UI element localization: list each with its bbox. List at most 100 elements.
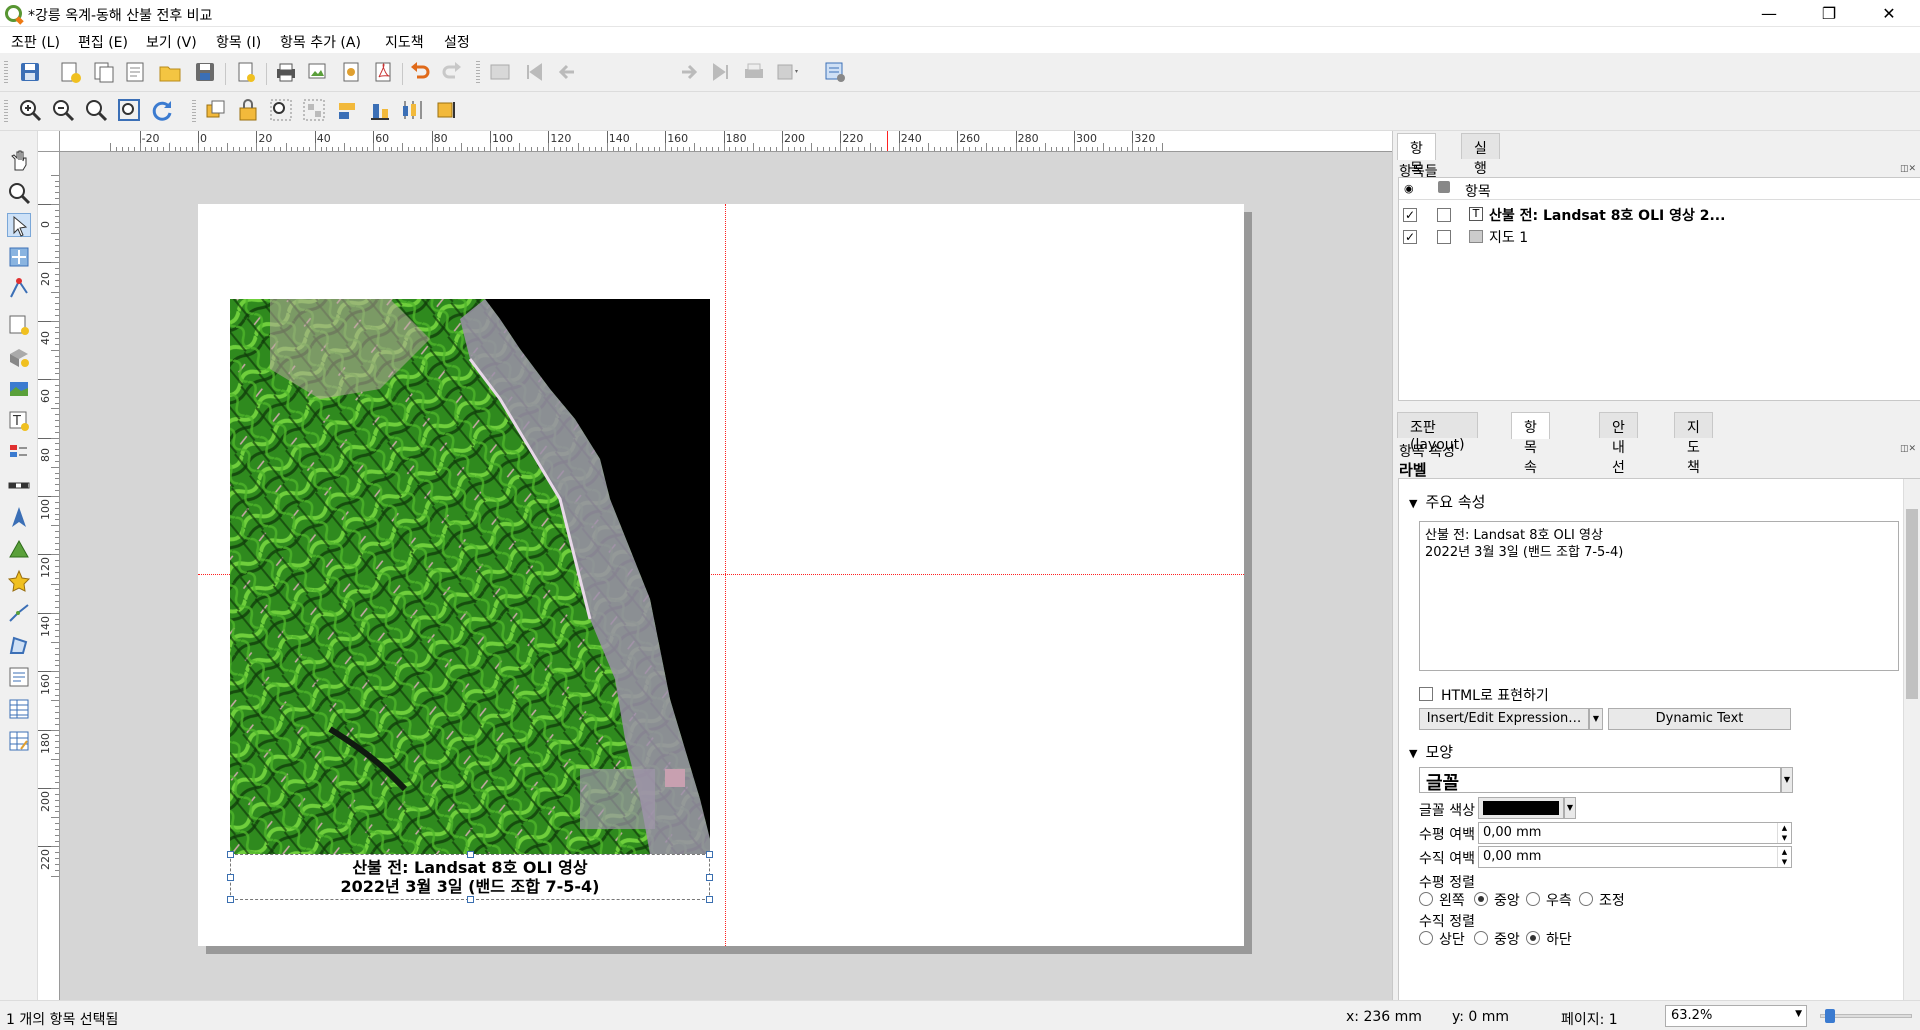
pan-icon[interactable] — [7, 149, 31, 173]
item-row-label[interactable]: 산불 전: Landsat 8호 OLI 영상 2... — [1489, 205, 1725, 225]
next-feature-icon[interactable] — [676, 60, 700, 84]
add-polyline-icon[interactable] — [7, 601, 31, 625]
font-color-button[interactable] — [1478, 797, 1564, 819]
insert-expression-button[interactable]: Insert/Edit Expression… — [1419, 708, 1589, 730]
h-margin-input[interactable]: 0,00 mm ▲ ▼ — [1478, 822, 1792, 844]
resize-handle[interactable] — [706, 896, 713, 903]
vertical-ruler[interactable]: 0 20 40 60 80 100 120 140 160 180 200 220 — [38, 152, 60, 1000]
dock-close-icon[interactable]: ◫✕ — [1900, 444, 1916, 454]
tab-atlas[interactable]: 지도책 — [1674, 412, 1713, 476]
map-item[interactable] — [230, 299, 710, 854]
add-legend-icon[interactable] — [7, 441, 31, 465]
menu-edit[interactable]: 편집 (E) — [78, 32, 128, 52]
resize-handle[interactable] — [227, 896, 234, 903]
add-map-icon[interactable] — [7, 313, 31, 337]
minimize-button[interactable]: — — [1746, 0, 1792, 27]
item-lock-checkbox[interactable] — [1437, 230, 1451, 244]
redo-icon[interactable] — [440, 60, 464, 84]
html-checkbox[interactable] — [1419, 687, 1433, 701]
previous-feature-icon[interactable] — [556, 60, 580, 84]
resize-handle[interactable] — [227, 874, 234, 881]
resize-icon[interactable] — [434, 98, 458, 122]
resize-handle[interactable] — [467, 851, 474, 858]
add-north-arrow-icon[interactable] — [7, 505, 31, 529]
chevron-down-icon[interactable]: ▼ — [1589, 708, 1603, 730]
menu-view[interactable]: 보기 (V) — [146, 32, 197, 52]
edit-nodes-icon[interactable] — [7, 277, 31, 301]
tab-guides[interactable]: 안내선 — [1599, 412, 1638, 476]
layout-page[interactable]: 산불 전: Landsat 8호 OLI 영상 2022년 3월 3일 (밴드 … — [198, 204, 1244, 946]
resize-handle[interactable] — [227, 851, 234, 858]
export-pdf-icon[interactable] — [372, 60, 396, 84]
refresh-icon[interactable] — [150, 98, 174, 122]
item-lock-checkbox[interactable] — [1437, 208, 1451, 222]
first-feature-icon[interactable] — [522, 60, 546, 84]
add-attribute-table-icon[interactable] — [7, 697, 31, 721]
menu-settings[interactable]: 설정 — [444, 32, 470, 52]
export-svg-icon[interactable] — [340, 60, 364, 84]
add-scalebar-icon[interactable] — [7, 473, 31, 497]
atlas-settings-icon[interactable] — [823, 60, 847, 84]
item-visible-checkbox[interactable]: ✓ — [1403, 230, 1417, 244]
tab-item-properties[interactable]: 항목 속성 — [1511, 412, 1550, 496]
zoom-tool-icon[interactable] — [7, 181, 31, 205]
new-layout-icon[interactable] — [58, 60, 82, 84]
v-align-top-radio[interactable] — [1419, 931, 1433, 945]
resize-handle[interactable] — [706, 851, 713, 858]
atlas-preview-icon[interactable] — [488, 60, 512, 84]
zoom-out-icon[interactable] — [51, 98, 75, 122]
undo-icon[interactable] — [408, 60, 432, 84]
item-visible-checkbox[interactable]: ✓ — [1403, 208, 1417, 222]
v-margin-input[interactable]: 0,00 mm ▲ ▼ — [1478, 846, 1792, 868]
close-button[interactable]: ✕ — [1866, 0, 1912, 27]
zoom-slider-handle[interactable] — [1825, 1009, 1835, 1023]
tab-items[interactable]: 항목들 — [1397, 133, 1436, 197]
add-3d-map-icon[interactable] — [7, 345, 31, 369]
spin-arrows-icon[interactable]: ▲ ▼ — [1777, 847, 1791, 867]
appearance-section[interactable]: 모양 — [1409, 741, 1453, 762]
zoom-in-icon[interactable] — [18, 98, 42, 122]
add-pages-icon[interactable] — [234, 60, 258, 84]
item-row-map[interactable]: 지도 1 — [1489, 227, 1528, 247]
horizontal-ruler[interactable]: -20 0 20 40 60 80 100 120 140 160 180 200 220 240 260 2… — [60, 131, 1392, 152]
add-label-icon[interactable]: T — [7, 409, 31, 433]
lock-items-icon[interactable] — [236, 98, 260, 122]
print-atlas-icon[interactable] — [742, 60, 766, 84]
resize-handle[interactable] — [706, 874, 713, 881]
align-bottom-icon[interactable] — [368, 98, 392, 122]
vertical-guide[interactable] — [725, 204, 726, 946]
export-atlas-icon[interactable] — [775, 60, 799, 84]
v-align-middle-radio[interactable] — [1474, 931, 1488, 945]
menu-items[interactable]: 항목 (I) — [216, 32, 261, 52]
tab-undo-history[interactable]: 실행취소 이력 — [1461, 133, 1500, 257]
h-align-justify-radio[interactable] — [1579, 892, 1593, 906]
h-align-center-radio[interactable] — [1474, 892, 1488, 906]
add-fixed-table-icon[interactable] — [7, 729, 31, 753]
restore-button[interactable]: ❐ — [1806, 0, 1852, 27]
items-list[interactable]: ◉ 항목 ✓ T 산불 전: Landsat 8호 OLI 영상 2... ✓ … — [1398, 177, 1920, 401]
resize-handle[interactable] — [467, 896, 474, 903]
font-button[interactable]: 글꼴 — [1419, 767, 1781, 794]
duplicate-layout-icon[interactable] — [92, 60, 116, 84]
label-item[interactable]: 산불 전: Landsat 8호 OLI 영상 2022년 3월 3일 (밴드 … — [227, 851, 713, 903]
zoom-full-icon[interactable] — [117, 98, 141, 122]
scrollbar-thumb[interactable] — [1906, 509, 1918, 699]
save-template-icon[interactable] — [193, 60, 217, 84]
align-left-icon[interactable] — [335, 98, 359, 122]
label-text-editor[interactable]: 산불 전: Landsat 8호 OLI 영상 2022년 3월 3일 (밴드 … — [1419, 521, 1899, 671]
add-html-icon[interactable] — [7, 665, 31, 689]
last-feature-icon[interactable] — [709, 60, 733, 84]
layout-canvas[interactable]: 산불 전: Landsat 8호 OLI 영상 2022년 3월 3일 (밴드 … — [60, 152, 1392, 1000]
save-icon[interactable] — [18, 60, 42, 84]
v-align-bottom-radio[interactable] — [1526, 931, 1540, 945]
menu-atlas[interactable]: 지도책 — [385, 32, 424, 52]
open-template-icon[interactable] — [158, 60, 182, 84]
tab-layout[interactable]: 조판(layout) — [1397, 412, 1478, 453]
print-icon[interactable] — [274, 60, 298, 84]
zoom-combo[interactable]: 63.2% ▼ — [1665, 1005, 1807, 1027]
zoom-slider[interactable] — [1820, 1009, 1912, 1023]
ungroup-items-icon[interactable] — [302, 98, 326, 122]
dock-close-icon[interactable]: ◫✕ — [1900, 164, 1916, 174]
layout-manager-icon[interactable] — [124, 60, 148, 84]
group-items-icon[interactable] — [269, 98, 293, 122]
